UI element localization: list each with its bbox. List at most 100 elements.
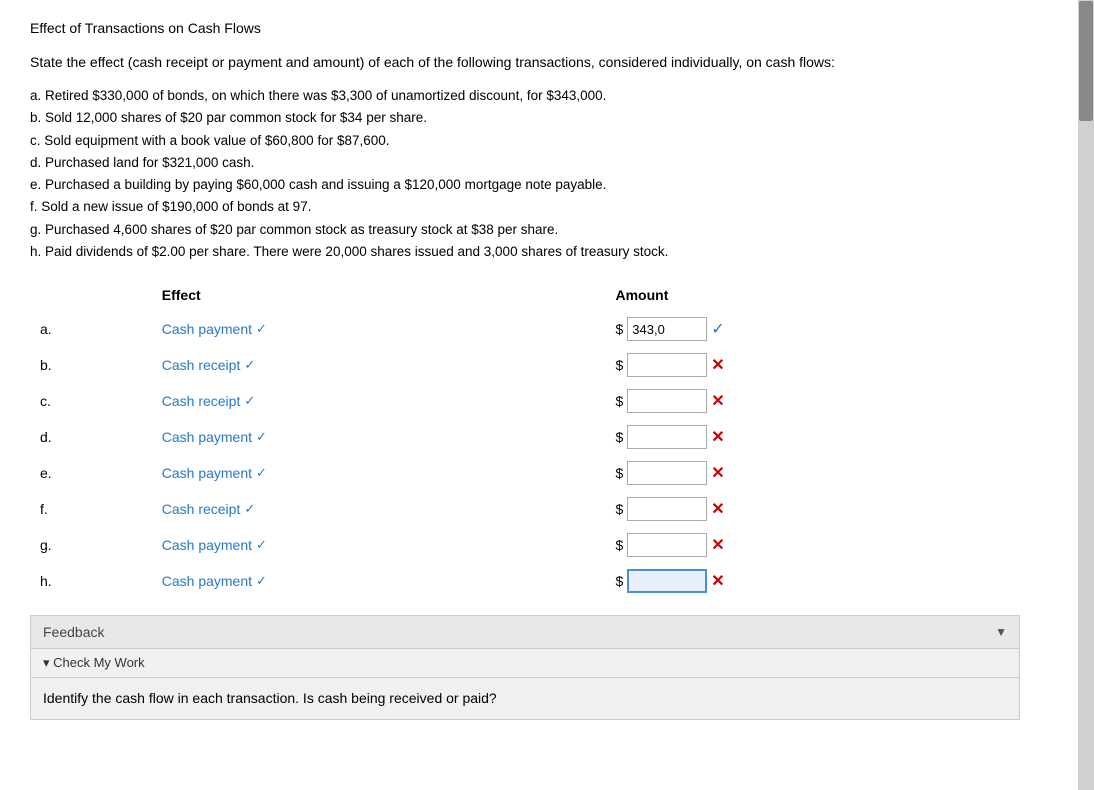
check-my-work-row: Check My Work <box>31 649 1019 678</box>
x-mark-c[interactable]: ✕ <box>711 391 724 411</box>
dollar-g: $ <box>616 537 624 553</box>
x-mark-d[interactable]: ✕ <box>711 427 724 447</box>
scrollbar-thumb[interactable] <box>1079 1 1093 121</box>
dollar-d: $ <box>616 429 624 445</box>
effect-check-b: ✓ <box>244 357 255 373</box>
transactions-list: a. Retired $330,000 of bonds, on which t… <box>30 85 1020 263</box>
col-letter <box>30 283 154 311</box>
transaction-e: e. Purchased a building by paying $60,00… <box>30 174 1020 196</box>
feedback-section: Feedback ▼ Check My Work Identify the ca… <box>30 615 1020 720</box>
amount-input-f[interactable] <box>627 497 707 521</box>
table-row: f. Cash receipt ✓ $ ✕ <box>30 491 1020 527</box>
effect-check-g: ✓ <box>256 537 267 553</box>
x-mark-h[interactable]: ✕ <box>711 571 724 591</box>
page-title: Effect of Transactions on Cash Flows <box>30 20 1020 36</box>
effect-cell-e: Cash payment ✓ <box>154 455 608 491</box>
row-letter-f: f. <box>30 491 154 527</box>
feedback-body: Identify the cash flow in each transacti… <box>31 678 1019 719</box>
table-row: a. Cash payment ✓ $ ✓ <box>30 311 1020 347</box>
effect-cell-h: Cash payment ✓ <box>154 563 608 599</box>
transaction-c: c. Sold equipment with a book value of $… <box>30 130 1020 152</box>
effect-cell-c: Cash receipt ✓ <box>154 383 608 419</box>
effect-label-g: Cash payment <box>162 537 252 553</box>
row-letter-a: a. <box>30 311 154 347</box>
transaction-b: b. Sold 12,000 shares of $20 par common … <box>30 107 1020 129</box>
dollar-f: $ <box>616 501 624 517</box>
effect-cell-b: Cash receipt ✓ <box>154 347 608 383</box>
table-row: c. Cash receipt ✓ $ ✕ <box>30 383 1020 419</box>
table-row: e. Cash payment ✓ $ ✕ <box>30 455 1020 491</box>
amount-cell-f: $ ✕ <box>608 491 1021 527</box>
effect-dropdown-c[interactable]: Cash receipt ✓ <box>162 393 256 409</box>
x-mark-f[interactable]: ✕ <box>711 499 724 519</box>
transaction-d: d. Purchased land for $321,000 cash. <box>30 152 1020 174</box>
effect-label-e: Cash payment <box>162 465 252 481</box>
row-letter-b: b. <box>30 347 154 383</box>
effect-label-a: Cash payment <box>162 321 252 337</box>
amount-cell-e: $ ✕ <box>608 455 1021 491</box>
effect-check-h: ✓ <box>256 573 267 589</box>
amount-cell-d: $ ✕ <box>608 419 1021 455</box>
feedback-arrow-icon: ▼ <box>995 625 1007 639</box>
intro-text: State the effect (cash receipt or paymen… <box>30 52 1020 73</box>
scrollbar[interactable] <box>1078 0 1094 790</box>
effect-check-d: ✓ <box>256 429 267 445</box>
effect-dropdown-a[interactable]: Cash payment ✓ <box>162 321 267 337</box>
effect-cell-d: Cash payment ✓ <box>154 419 608 455</box>
table-row: g. Cash payment ✓ $ ✕ <box>30 527 1020 563</box>
effect-cell-g: Cash payment ✓ <box>154 527 608 563</box>
effect-label-f: Cash receipt <box>162 501 241 517</box>
effect-dropdown-e[interactable]: Cash payment ✓ <box>162 465 267 481</box>
effect-label-d: Cash payment <box>162 429 252 445</box>
table-row: h. Cash payment ✓ $ ✕ <box>30 563 1020 599</box>
amount-cell-a: $ ✓ <box>608 311 1021 347</box>
main-container: Effect of Transactions on Cash Flows Sta… <box>0 0 1050 740</box>
effect-dropdown-f[interactable]: Cash receipt ✓ <box>162 501 256 517</box>
transaction-h: h. Paid dividends of $2.00 per share. Th… <box>30 241 1020 263</box>
effect-dropdown-b[interactable]: Cash receipt ✓ <box>162 357 256 373</box>
dollar-c: $ <box>616 393 624 409</box>
check-my-work-label[interactable]: Check My Work <box>43 655 145 670</box>
feedback-header: Feedback ▼ <box>31 616 1019 649</box>
amount-cell-b: $ ✕ <box>608 347 1021 383</box>
effect-check-a: ✓ <box>256 321 267 337</box>
effect-label-h: Cash payment <box>162 573 252 589</box>
x-mark-b[interactable]: ✕ <box>711 355 724 375</box>
effect-label-c: Cash receipt <box>162 393 241 409</box>
table-row: b. Cash receipt ✓ $ ✕ <box>30 347 1020 383</box>
x-mark-e[interactable]: ✕ <box>711 463 724 483</box>
amount-input-e[interactable] <box>627 461 707 485</box>
amount-input-g[interactable] <box>627 533 707 557</box>
amount-input-d[interactable] <box>627 425 707 449</box>
x-mark-g[interactable]: ✕ <box>711 535 724 555</box>
col-effect-header: Effect <box>154 283 608 311</box>
row-letter-g: g. <box>30 527 154 563</box>
col-amount-header: Amount <box>608 283 1021 311</box>
dollar-a: $ <box>616 321 624 337</box>
amount-input-a[interactable] <box>627 317 707 341</box>
row-letter-e: e. <box>30 455 154 491</box>
amount-input-b[interactable] <box>627 353 707 377</box>
answer-table: Effect Amount a. Cash payment ✓ $ <box>30 283 1020 599</box>
amount-input-c[interactable] <box>627 389 707 413</box>
effect-label-b: Cash receipt <box>162 357 241 373</box>
effect-cell-f: Cash receipt ✓ <box>154 491 608 527</box>
check-icon-a: ✓ <box>711 319 724 339</box>
dollar-b: $ <box>616 357 624 373</box>
amount-cell-c: $ ✕ <box>608 383 1021 419</box>
effect-cell-a: Cash payment ✓ <box>154 311 608 347</box>
transaction-f: f. Sold a new issue of $190,000 of bonds… <box>30 196 1020 218</box>
row-letter-d: d. <box>30 419 154 455</box>
effect-check-c: ✓ <box>244 393 255 409</box>
effect-check-f: ✓ <box>244 501 255 517</box>
amount-input-h[interactable] <box>627 569 707 593</box>
amount-cell-g: $ ✕ <box>608 527 1021 563</box>
table-row: d. Cash payment ✓ $ ✕ <box>30 419 1020 455</box>
effect-dropdown-h[interactable]: Cash payment ✓ <box>162 573 267 589</box>
effect-dropdown-d[interactable]: Cash payment ✓ <box>162 429 267 445</box>
row-letter-c: c. <box>30 383 154 419</box>
effect-dropdown-g[interactable]: Cash payment ✓ <box>162 537 267 553</box>
transaction-a: a. Retired $330,000 of bonds, on which t… <box>30 85 1020 107</box>
feedback-title: Feedback <box>43 624 104 640</box>
row-letter-h: h. <box>30 563 154 599</box>
